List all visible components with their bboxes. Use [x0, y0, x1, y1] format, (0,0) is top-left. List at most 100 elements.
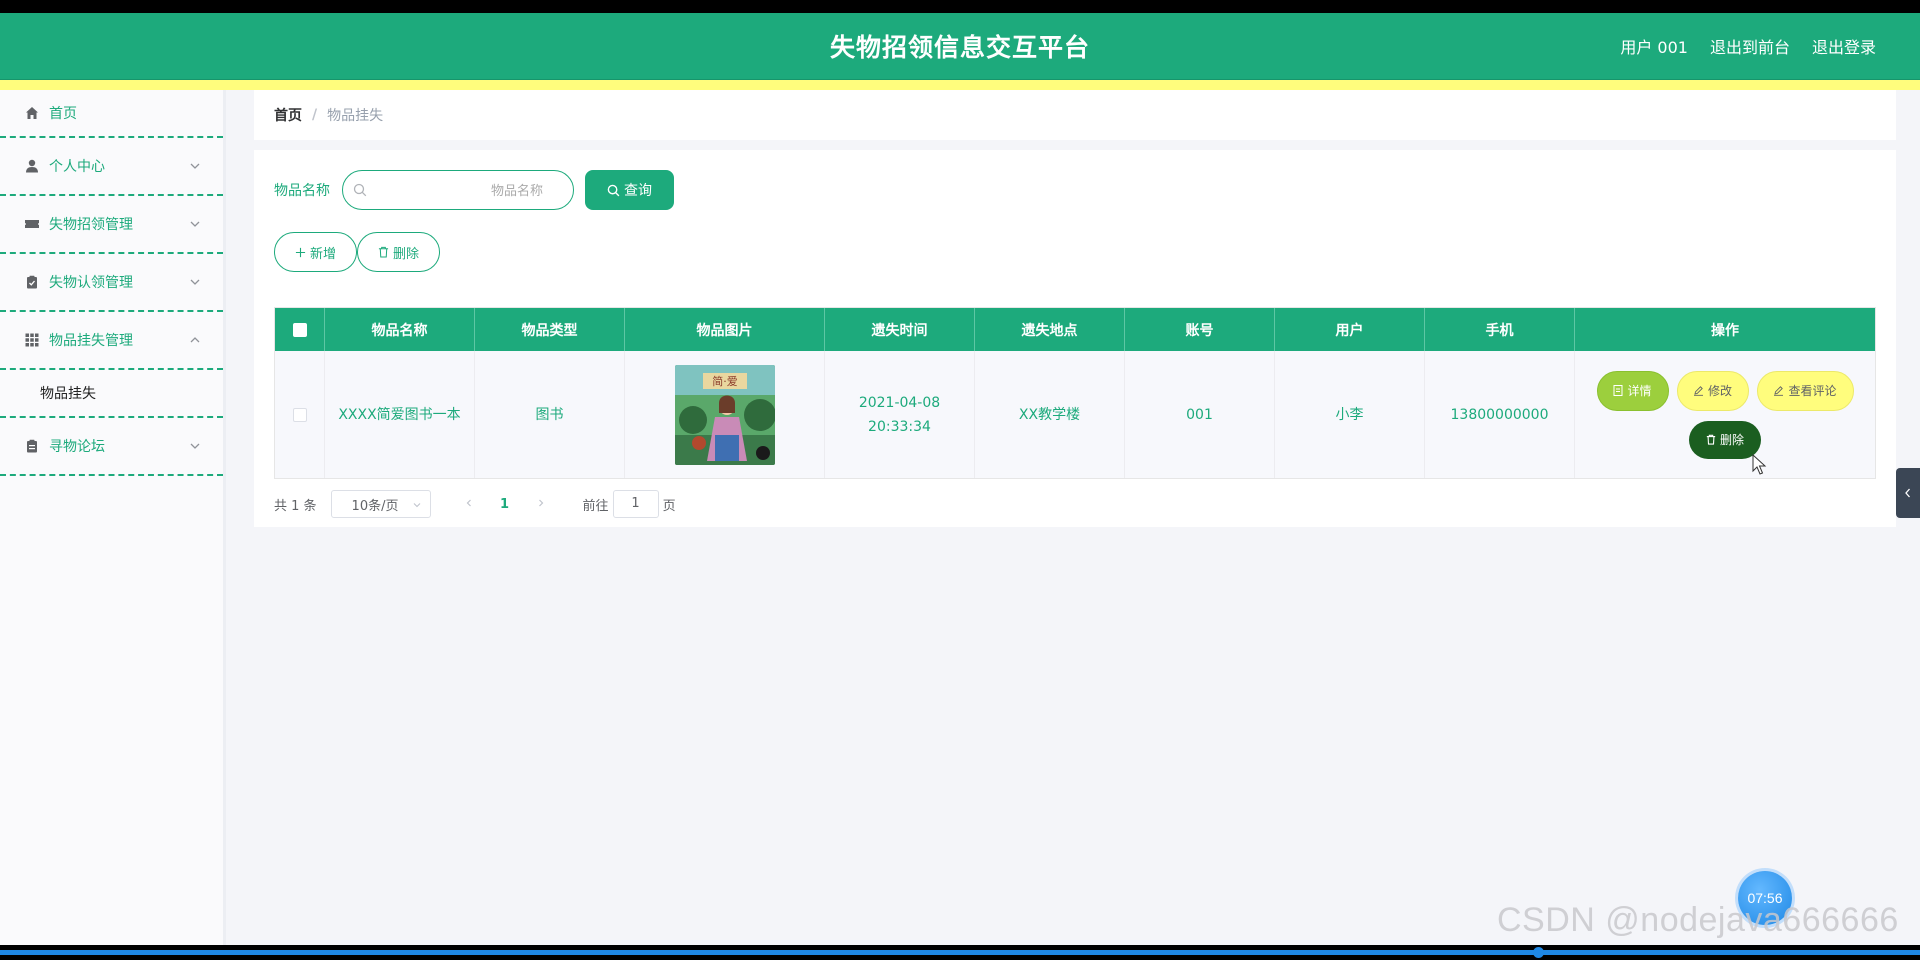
trash-icon — [378, 246, 389, 258]
user-link[interactable]: 用户 001 — [1620, 34, 1688, 58]
action-bar: 新增 删除 — [274, 232, 440, 272]
sidebar-item-label: 首页 — [49, 106, 77, 122]
search-field — [342, 170, 574, 210]
goto-page-input[interactable]: 1 — [612, 490, 659, 518]
column-header[interactable]: 遗失地点 — [975, 308, 1125, 351]
sidebar-item-label: 寻物论坛 — [49, 439, 105, 455]
column-header[interactable]: 账号 — [1125, 308, 1275, 351]
sidebar-item-claim-manage[interactable]: 失物认领管理 — [0, 254, 223, 312]
query-button-label: 查询 — [624, 182, 652, 198]
cell-user: 小李 — [1275, 351, 1425, 478]
ticket-icon — [24, 216, 40, 232]
chevron-down-icon — [190, 163, 200, 169]
table-header: 物品名称 物品类型 物品图片 遗失时间 遗失地点 账号 用户 手机 操作 — [275, 308, 1875, 351]
progress-handle — [1533, 947, 1544, 958]
sidebar-subitem-loss-report[interactable]: 物品挂失 — [0, 370, 223, 418]
logout-link[interactable]: 退出登录 — [1812, 34, 1876, 58]
cell-item-name: XXXX简爱图书一本 — [325, 351, 475, 478]
query-button[interactable]: 查询 — [585, 170, 674, 210]
sidebar-item-home[interactable]: 首页 — [0, 90, 223, 138]
detail-button-label: 详情 — [1627, 383, 1652, 398]
search-icon — [353, 183, 367, 197]
search-icon — [607, 184, 620, 196]
cell-account: 001 — [1125, 351, 1275, 478]
edit-button[interactable]: 修改 — [1676, 370, 1749, 411]
clipboard-icon — [24, 438, 40, 454]
prev-page-button[interactable] — [451, 497, 487, 512]
column-header[interactable]: 遗失时间 — [825, 308, 975, 351]
watermark: CSDN @nodejava666666 — [1497, 901, 1899, 939]
sidebar-item-personal-center[interactable]: 个人中心 — [0, 138, 223, 196]
row-checkbox[interactable] — [292, 407, 307, 422]
pagination-total: 共 1 条 — [274, 498, 317, 514]
chevron-right-icon — [538, 499, 543, 506]
edit-icon — [1774, 386, 1784, 396]
edit-button-label: 修改 — [1707, 383, 1732, 398]
row-delete-label: 删除 — [1719, 432, 1744, 447]
column-header[interactable]: 物品图片 — [625, 308, 825, 351]
side-collapse-tab[interactable] — [1896, 468, 1920, 518]
search-input[interactable] — [343, 171, 573, 209]
batch-delete-button[interactable]: 删除 — [357, 232, 440, 272]
document-icon — [1613, 385, 1623, 396]
column-header: 操作 — [1711, 322, 1739, 339]
row-delete-button[interactable]: 删除 — [1689, 420, 1761, 459]
operation-line: 详情 修改 查看评论 — [1596, 370, 1854, 411]
view-comments-button[interactable]: 查看评论 — [1756, 370, 1854, 411]
batch-delete-label: 删除 — [392, 245, 419, 261]
item-thumbnail[interactable]: 简·爱 — [674, 364, 775, 465]
page-size-value: 10条/页 — [351, 498, 399, 514]
goto-prefix: 前往 — [582, 498, 609, 514]
sidebar-item-label: 个人中心 — [49, 159, 105, 175]
svg-text:简·爱: 简·爱 — [712, 374, 738, 388]
home-icon — [24, 105, 40, 121]
sidebar-item-forum[interactable]: 寻物论坛 — [0, 418, 223, 476]
chevron-down-icon — [190, 443, 200, 449]
main-panel: 物品名称 查询 新增 删除 物品名称 物品 — [254, 150, 1896, 527]
detail-button[interactable]: 详情 — [1596, 370, 1669, 411]
grid-icon — [24, 332, 40, 348]
column-header[interactable]: 物品名称 — [325, 308, 475, 351]
table-row: XXXX简爱图书一本 图书 简·爱 2021-04-08 20:33:34 XX… — [275, 351, 1875, 478]
app-window: 失物招领信息交互平台 用户 001 退出到前台 退出登录 首页 个人中心 失物招… — [0, 13, 1920, 945]
edit-icon — [1693, 386, 1703, 396]
column-header[interactable]: 手机 — [1425, 308, 1575, 351]
chevron-left-icon — [466, 499, 471, 506]
cell-phone: 13800000000 — [1425, 351, 1575, 478]
sidebar-item-lost-found-manage[interactable]: 失物招领管理 — [0, 196, 223, 254]
operation-group: 详情 修改 查看评论 删除 — [1596, 370, 1854, 459]
column-header[interactable]: 用户 — [1275, 308, 1425, 351]
cell-lost-time: 2021-04-08 20:33:34 — [825, 351, 975, 478]
sidebar-item-label: 物品挂失管理 — [49, 333, 133, 349]
header: 失物招领信息交互平台 用户 001 退出到前台 退出登录 — [0, 13, 1920, 80]
chevron-down-icon — [190, 279, 200, 285]
back-to-front-link[interactable]: 退出到前台 — [1710, 34, 1790, 58]
breadcrumb-home[interactable]: 首页 — [274, 105, 302, 125]
breadcrumb-current: 物品挂失 — [327, 108, 384, 124]
search-label: 物品名称 — [274, 183, 330, 199]
header-nav: 用户 001 退出到前台 退出登录 — [1620, 34, 1876, 58]
video-progress-bar — [0, 945, 1920, 960]
cell-item-image: 简·爱 — [625, 351, 825, 478]
page-number[interactable]: 1 — [487, 497, 523, 512]
cell-item-type: 图书 — [475, 351, 625, 478]
column-header[interactable]: 物品类型 — [475, 308, 625, 351]
mouse-cursor-icon — [1752, 454, 1767, 475]
header-accent-bar — [0, 80, 1920, 90]
plus-icon — [295, 247, 306, 257]
sidebar-item-loss-report-manage[interactable]: 物品挂失管理 — [0, 312, 223, 370]
chevron-down-icon — [190, 221, 200, 227]
add-button[interactable]: 新增 — [274, 232, 357, 272]
search-bar: 物品名称 查询 — [274, 170, 674, 210]
user-icon — [24, 158, 40, 174]
select-all-checkbox[interactable] — [292, 322, 307, 337]
data-table: 物品名称 物品类型 物品图片 遗失时间 遗失地点 账号 用户 手机 操作 XXX… — [274, 307, 1876, 479]
page-size-select[interactable]: 10条/页 — [330, 490, 431, 518]
next-page-button[interactable] — [523, 497, 559, 512]
breadcrumb: 首页 / 物品挂失 — [254, 90, 1896, 140]
sidebar-item-label: 失物认领管理 — [49, 275, 133, 291]
breadcrumb-separator: / — [312, 107, 318, 123]
progress-track — [0, 950, 1920, 955]
clipboard-check-icon — [24, 274, 40, 290]
screen-top-border — [0, 0, 1920, 13]
